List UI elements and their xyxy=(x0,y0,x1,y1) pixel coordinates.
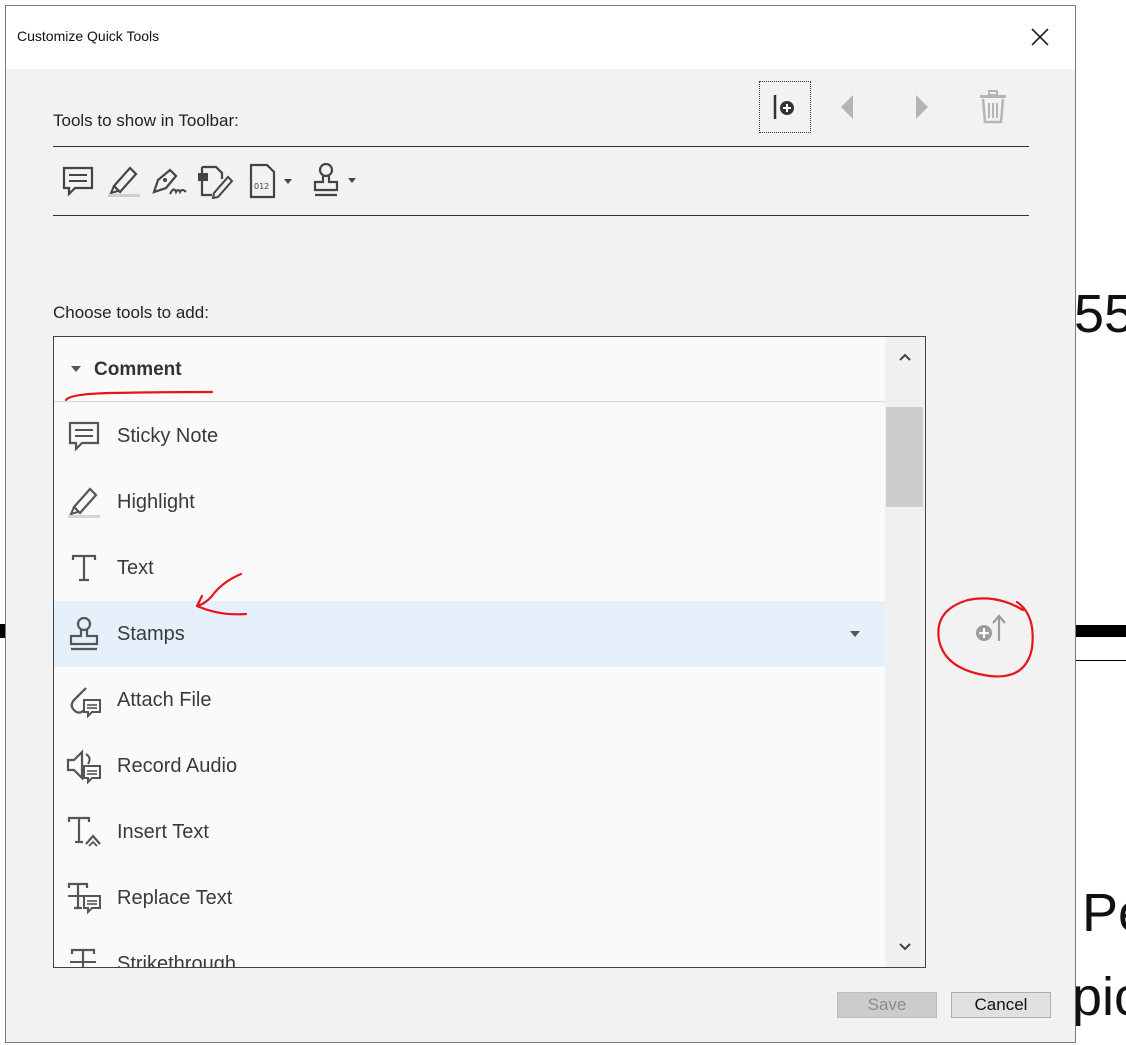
scroll-thumb[interactable] xyxy=(886,407,923,507)
stamp-icon xyxy=(313,162,356,197)
toolbar-tool-highlight[interactable] xyxy=(106,161,142,201)
choose-tools-label: Choose tools to add: xyxy=(53,303,209,322)
tool-row-strikethrough[interactable]: Strikethrough xyxy=(54,931,886,968)
tool-row-sticky-note[interactable]: Sticky Note xyxy=(54,403,886,469)
tools-list: Comment Sticky Note Highlight Text Stamp xyxy=(53,336,926,968)
delete-button[interactable] xyxy=(967,81,1019,133)
list-scrollbar[interactable] xyxy=(885,337,925,967)
tool-row-highlight[interactable]: Highlight xyxy=(54,469,886,535)
record-audio-icon xyxy=(66,748,102,784)
tool-label: Replace Text xyxy=(117,886,233,909)
background-text-pic: pic xyxy=(1072,967,1126,1027)
chevron-down-icon xyxy=(899,943,911,951)
close-icon xyxy=(1031,28,1049,46)
add-to-toolbar-button[interactable] xyxy=(971,609,1011,649)
scroll-down-button[interactable] xyxy=(885,927,925,967)
tool-label: Insert Text xyxy=(117,820,209,843)
tool-label: Sticky Note xyxy=(117,424,219,447)
tool-label: Highlight xyxy=(117,490,195,513)
chevron-down-icon xyxy=(71,366,81,372)
background-text-55: 55 xyxy=(1074,284,1126,344)
bates-number-icon: 012 xyxy=(249,163,292,199)
background-text-pe: Pe xyxy=(1082,883,1126,943)
sign-icon xyxy=(152,168,187,195)
strikethrough-icon xyxy=(66,946,102,967)
group-title: Comment xyxy=(94,359,182,380)
toolbar-tool-comment[interactable] xyxy=(61,161,95,201)
sticky-note-icon xyxy=(66,418,102,454)
highlight-icon xyxy=(66,484,102,520)
move-right-icon xyxy=(916,95,928,119)
toolbar-tool-bates-number[interactable]: 012 xyxy=(247,161,297,201)
stamp-icon xyxy=(66,616,102,652)
tool-row-attach-file[interactable]: Attach File xyxy=(54,667,886,733)
group-header-comment[interactable]: Comment xyxy=(54,337,886,402)
add-separator-icon xyxy=(773,95,794,119)
delete-icon xyxy=(980,90,1006,124)
toolbar-tool-fill-sign[interactable] xyxy=(196,161,234,201)
add-separator-button[interactable] xyxy=(759,81,811,133)
tool-label: Record Audio xyxy=(117,754,238,777)
dialog-titlebar: Customize Quick Tools xyxy=(6,6,1075,69)
move-left-button[interactable] xyxy=(822,81,874,133)
move-left-icon xyxy=(841,95,853,119)
tool-label: Strikethrough xyxy=(117,952,236,968)
toolbar-tool-stamp[interactable] xyxy=(311,161,363,201)
attach-file-icon xyxy=(66,682,102,718)
toolbar-section-label: Tools to show in Toolbar: xyxy=(53,111,239,130)
dropdown-arrow-icon[interactable] xyxy=(850,631,860,637)
tool-label: Text xyxy=(117,556,154,579)
dialog-title: Customize Quick Tools xyxy=(17,28,160,44)
chevron-up-icon xyxy=(899,353,911,361)
comment-icon xyxy=(62,166,94,197)
tool-row-record-audio[interactable]: Record Audio xyxy=(54,733,886,799)
customize-quick-tools-dialog: Customize Quick Tools Tools to show in T… xyxy=(5,5,1076,1043)
fill-sign-icon xyxy=(198,165,234,199)
scroll-up-button[interactable] xyxy=(885,337,925,377)
background-rule-right xyxy=(1076,625,1126,637)
replace-text-icon xyxy=(66,880,102,916)
background-thin-rule xyxy=(1076,660,1126,661)
svg-text:012: 012 xyxy=(254,182,269,191)
text-icon xyxy=(66,550,102,586)
tool-row-text[interactable]: Text xyxy=(54,535,886,601)
cancel-button[interactable]: Cancel xyxy=(951,992,1051,1018)
current-toolbar-strip: 012 xyxy=(53,146,1029,216)
add-to-toolbar-icon xyxy=(976,614,1006,641)
insert-text-icon xyxy=(66,814,102,850)
tool-label: Stamps xyxy=(117,622,185,645)
toolbar-tool-sign[interactable] xyxy=(150,161,188,201)
tool-row-replace-text[interactable]: Replace Text xyxy=(54,865,886,931)
tool-row-insert-text[interactable]: Insert Text xyxy=(54,799,886,865)
close-button[interactable] xyxy=(1029,26,1051,48)
move-right-button[interactable] xyxy=(895,81,947,133)
tool-row-stamps[interactable]: Stamps xyxy=(54,601,886,667)
save-button[interactable]: Save xyxy=(837,992,937,1018)
tool-label: Attach File xyxy=(117,688,212,711)
highlight-icon xyxy=(108,166,140,197)
